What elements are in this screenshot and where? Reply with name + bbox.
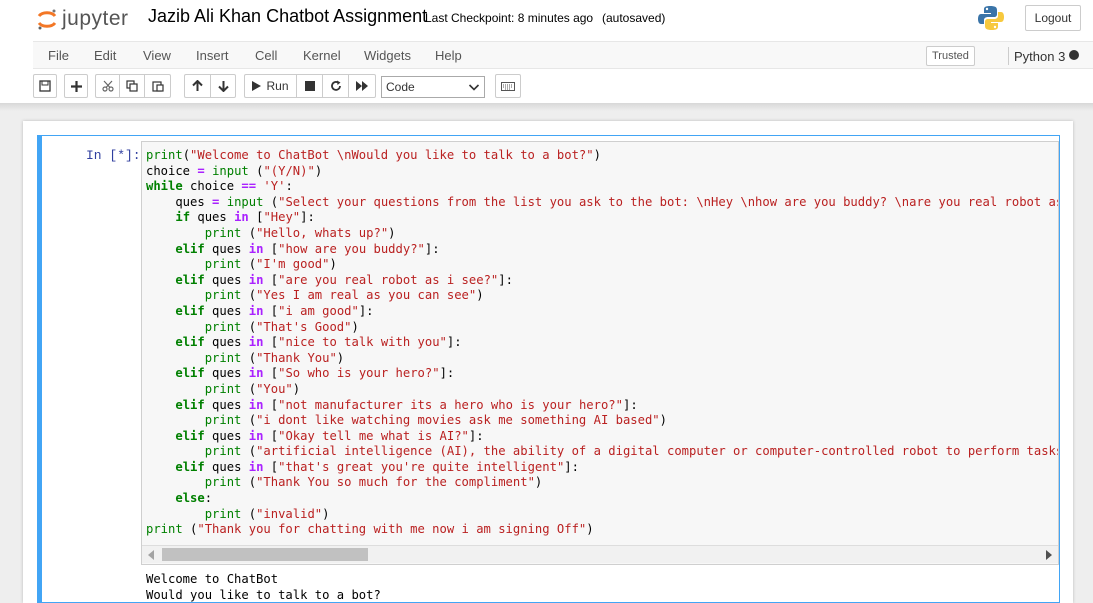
checkpoint-status: Last Checkpoint: 8 minutes ago: [425, 11, 594, 25]
scroll-right-icon[interactable]: [1046, 550, 1052, 560]
move-down-button[interactable]: [210, 74, 236, 98]
code-line[interactable]: elif ques in ["nice to talk with you"]:: [146, 335, 1058, 351]
restart-button[interactable]: [322, 74, 348, 98]
code-line[interactable]: while choice == 'Y':: [146, 179, 1058, 195]
code-line[interactable]: print ("Thank you for chatting with me n…: [146, 522, 1058, 538]
command-palette-button[interactable]: [495, 74, 521, 98]
notebook-title[interactable]: Jazib Ali Khan Chatbot Assignment: [148, 6, 427, 27]
scrollbar-thumb[interactable]: [162, 548, 368, 561]
menu-bar: File Edit View Insert Cell Kernel Widget…: [33, 41, 1093, 69]
code-line[interactable]: elif ques in ["are you real robot as i s…: [146, 273, 1058, 289]
header: jupyter Jazib Ali Khan Chatbot Assignmen…: [0, 0, 1093, 103]
logout-button[interactable]: Logout: [1025, 5, 1081, 31]
code-line[interactable]: print ("You"): [146, 382, 1058, 398]
copy-icon: [126, 80, 138, 92]
arrow-down-icon: [217, 81, 229, 92]
run-label: Run: [266, 79, 289, 93]
code-line[interactable]: choice = input ("(Y/N)"): [146, 164, 1058, 180]
cell-type-value: Code: [386, 80, 415, 94]
jupyter-logo[interactable]: jupyter: [36, 6, 129, 32]
menu-kernel[interactable]: Kernel: [303, 48, 341, 63]
header-shadow: [0, 103, 1093, 111]
cut-icon: [101, 80, 114, 92]
save-button[interactable]: [33, 74, 57, 98]
menu-edit[interactable]: Edit: [94, 48, 116, 63]
restart-icon: [330, 80, 341, 91]
move-up-button[interactable]: [184, 74, 210, 98]
code-editor[interactable]: print("Welcome to ChatBot \nWould you li…: [141, 141, 1059, 565]
kernel-busy-indicator: [1069, 50, 1079, 60]
scroll-left-icon[interactable]: [148, 550, 154, 560]
run-button[interactable]: Run: [244, 74, 296, 98]
keyboard-icon: [501, 81, 515, 91]
code-line[interactable]: print("Welcome to ChatBot \nWould you li…: [146, 148, 1058, 164]
paste-icon: [151, 81, 164, 92]
save-icon: [39, 80, 51, 92]
copy-button[interactable]: [119, 74, 145, 98]
play-icon: [252, 81, 262, 91]
insert-cell-button[interactable]: [64, 74, 88, 98]
code-line[interactable]: print ("artificial intelligence (AI), th…: [146, 444, 1058, 460]
code-line[interactable]: elif ques in ["that's great you're quite…: [146, 460, 1058, 476]
fast-forward-icon: [355, 81, 368, 91]
code-line[interactable]: print ("Yes I am real as you can see"): [146, 288, 1058, 304]
logo-text: jupyter: [62, 7, 129, 30]
kernel-name: Python 3: [1008, 47, 1065, 65]
horizontal-scrollbar[interactable]: [142, 545, 1058, 563]
cut-button[interactable]: [95, 74, 119, 98]
code-text[interactable]: print("Welcome to ChatBot \nWould you li…: [146, 148, 1058, 538]
code-line[interactable]: else:: [146, 491, 1058, 507]
menu-file[interactable]: File: [48, 48, 69, 63]
code-line[interactable]: elif ques in ["Okay tell me what is AI?"…: [146, 429, 1058, 445]
arrow-up-icon: [192, 80, 203, 91]
restart-run-all-button[interactable]: [348, 74, 376, 98]
interrupt-button[interactable]: [296, 74, 322, 98]
code-line[interactable]: print ("That's Good"): [146, 320, 1058, 336]
top-bar: jupyter Jazib Ali Khan Chatbot Assignmen…: [0, 0, 1093, 40]
menu-view[interactable]: View: [143, 48, 171, 63]
code-line[interactable]: print ("Hello, whats up?"): [146, 226, 1058, 242]
output-line: Would you like to talk to a bot?: [146, 588, 381, 602]
code-line[interactable]: elif ques in ["i am good"]:: [146, 304, 1058, 320]
jupyter-logo-icon: [37, 9, 57, 30]
autosave-status: (autosaved): [602, 11, 666, 25]
code-line[interactable]: print ("i dont like watching movies ask …: [146, 413, 1058, 429]
trusted-badge[interactable]: Trusted: [926, 46, 975, 66]
code-line[interactable]: ques = input ("Select your questions fro…: [146, 195, 1058, 211]
cell-type-select[interactable]: Code: [381, 76, 485, 98]
plus-icon: [70, 80, 82, 92]
code-line[interactable]: print ("I'm good"): [146, 257, 1058, 273]
code-line[interactable]: if ques in ["Hey"]:: [146, 210, 1058, 226]
paste-button[interactable]: [145, 74, 171, 98]
code-line[interactable]: elif ques in ["So who is your hero?"]:: [146, 366, 1058, 382]
code-line[interactable]: elif ques in ["how are you buddy?"]:: [146, 242, 1058, 258]
notebook-container: In [*]: print("Welcome to ChatBot \nWoul…: [23, 121, 1073, 603]
python-logo-icon: [978, 6, 1004, 30]
output-line: Welcome to ChatBot: [146, 572, 279, 586]
chevron-down-icon: [468, 84, 480, 91]
menu-widgets[interactable]: Widgets: [364, 48, 411, 63]
code-line[interactable]: elif ques in ["not manufacturer its a he…: [146, 398, 1058, 414]
code-line[interactable]: print ("Thank You so much for the compli…: [146, 475, 1058, 491]
code-line[interactable]: print ("invalid"): [146, 507, 1058, 523]
menu-help[interactable]: Help: [435, 48, 462, 63]
menu-cell[interactable]: Cell: [255, 48, 277, 63]
stop-icon: [304, 81, 315, 91]
code-line[interactable]: print ("Thank You"): [146, 351, 1058, 367]
code-cell[interactable]: In [*]: print("Welcome to ChatBot \nWoul…: [37, 135, 1060, 603]
cell-output: Welcome to ChatBot Would you like to talk…: [146, 571, 381, 603]
menu-insert[interactable]: Insert: [196, 48, 229, 63]
input-prompt: In [*]:: [86, 148, 141, 163]
